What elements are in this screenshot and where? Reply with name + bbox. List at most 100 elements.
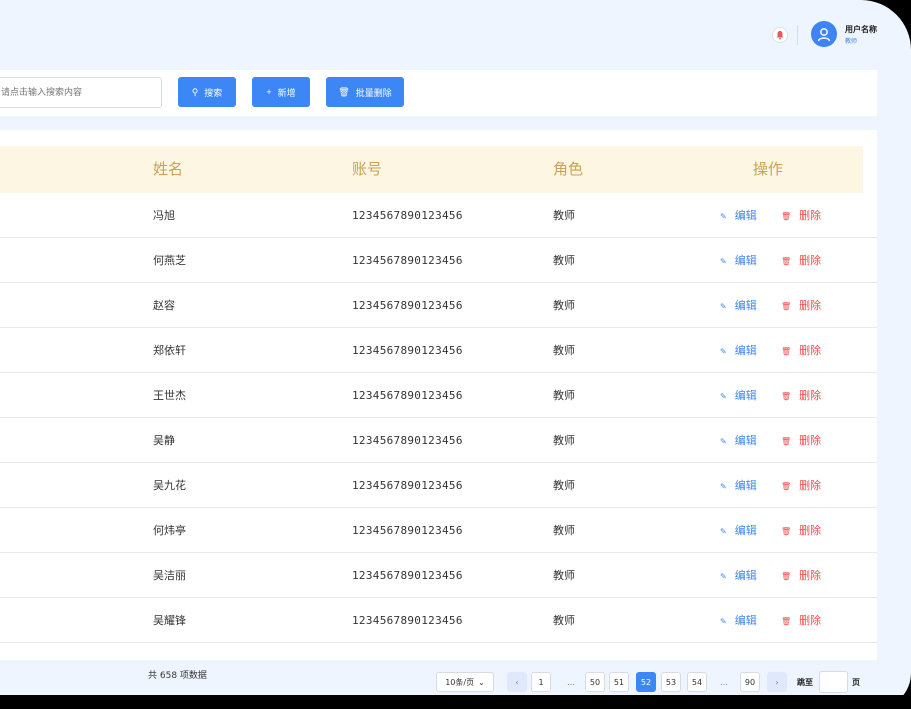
- delete-button[interactable]: 🗑 删除: [781, 283, 821, 328]
- table-row: 吴耀锋 1234567890123456 教师 ✎ 编辑 🗑 删除: [0, 598, 877, 643]
- cell-account: 1234567890123456: [352, 209, 463, 222]
- edit-icon: ✎: [720, 572, 727, 581]
- cell-name: 王世杰: [153, 389, 186, 402]
- page-button[interactable]: 52: [636, 672, 656, 692]
- trash-icon: 🗑: [781, 482, 792, 491]
- cell-role: 教师: [553, 254, 575, 267]
- delete-label: 删除: [799, 299, 822, 312]
- edit-icon: ✎: [720, 212, 727, 221]
- edit-button[interactable]: ✎ 编辑: [720, 598, 757, 643]
- cell-account: 1234567890123456: [352, 389, 463, 402]
- cell-role: 教师: [553, 479, 575, 492]
- edit-button[interactable]: ✎ 编辑: [720, 418, 757, 463]
- trash-icon: 🗑: [781, 527, 792, 536]
- cell-name: 冯旭: [153, 209, 175, 222]
- edit-label: 编辑: [734, 209, 757, 222]
- trash-icon: 🗑: [781, 617, 792, 626]
- edit-button[interactable]: ✎ 编辑: [720, 328, 757, 373]
- edit-icon: ✎: [720, 392, 727, 401]
- delete-button[interactable]: 🗑 删除: [781, 463, 821, 508]
- cell-account: 1234567890123456: [352, 434, 463, 447]
- cell-name: 郑依轩: [153, 344, 186, 357]
- header-divider: [797, 25, 798, 45]
- cell-name: 吴洁丽: [153, 569, 186, 582]
- add-button[interactable]: + 新增: [252, 77, 310, 107]
- user-name[interactable]: 用户名称: [845, 24, 877, 35]
- page-button[interactable]: 90: [740, 672, 760, 692]
- jump-label: 跳至: [797, 678, 813, 687]
- delete-button[interactable]: 🗑 删除: [781, 508, 821, 553]
- delete-button[interactable]: 🗑 删除: [781, 598, 821, 643]
- cell-account: 1234567890123456: [352, 569, 463, 582]
- column-header-actions: 操作: [753, 160, 784, 178]
- cell-role: 教师: [553, 524, 575, 537]
- page-button[interactable]: 1: [531, 672, 551, 692]
- edit-button[interactable]: ✎ 编辑: [720, 373, 757, 418]
- page-button[interactable]: 53: [661, 672, 681, 692]
- delete-button[interactable]: 🗑 删除: [781, 328, 821, 373]
- user-avatar-icon[interactable]: [811, 21, 837, 47]
- delete-button[interactable]: 🗑 删除: [781, 193, 821, 238]
- notification-bell-icon[interactable]: [772, 27, 788, 43]
- next-page-button[interactable]: ›: [767, 672, 787, 692]
- jump-unit: 页: [852, 678, 860, 687]
- trash-icon: 🗑: [781, 302, 792, 311]
- page-size-value: 10条/页: [445, 677, 475, 687]
- device-bezel: [0, 695, 911, 709]
- edit-button[interactable]: ✎ 编辑: [720, 463, 757, 508]
- page-button[interactable]: 50: [585, 672, 605, 692]
- delete-button[interactable]: 🗑 删除: [781, 373, 821, 418]
- cell-account: 1234567890123456: [352, 344, 463, 357]
- delete-button[interactable]: 🗑 删除: [781, 553, 821, 598]
- delete-label: 删除: [799, 434, 822, 447]
- cell-role: 教师: [553, 389, 575, 402]
- trash-icon: 🗑: [781, 437, 792, 446]
- edit-icon: ✎: [720, 617, 727, 626]
- edit-label: 编辑: [734, 434, 757, 447]
- prev-page-button[interactable]: ‹: [507, 672, 527, 692]
- trash-icon: 🗑: [338, 86, 350, 97]
- edit-button[interactable]: ✎ 编辑: [720, 238, 757, 283]
- cell-name: 吴九花: [153, 479, 186, 492]
- delete-label: 删除: [799, 614, 822, 627]
- jump-page-input[interactable]: [819, 671, 848, 693]
- edit-label: 编辑: [734, 524, 757, 537]
- cell-name: 赵容: [153, 299, 175, 312]
- batch-delete-button[interactable]: 🗑 批量删除: [326, 77, 404, 107]
- app-screen: 用户名称 教师 ⚲ 搜索 + 新增 🗑 批量删除 姓名 账号 角色 操作 冯旭 1…: [0, 0, 911, 709]
- page-button[interactable]: 51: [609, 672, 629, 692]
- edit-button[interactable]: ✎ 编辑: [720, 508, 757, 553]
- search-button[interactable]: ⚲ 搜索: [178, 77, 236, 107]
- delete-button[interactable]: 🗑 删除: [781, 418, 821, 463]
- delete-button[interactable]: 🗑 删除: [781, 238, 821, 283]
- delete-label: 删除: [799, 524, 822, 537]
- edit-label: 编辑: [734, 389, 757, 402]
- edit-icon: ✎: [720, 257, 727, 266]
- column-header-role: 角色: [553, 160, 584, 178]
- toolbar: ⚲ 搜索 + 新增 🗑 批量删除: [0, 70, 877, 116]
- edit-button[interactable]: ✎ 编辑: [720, 553, 757, 598]
- cell-name: 吴耀锋: [153, 614, 186, 627]
- table-row: 吴洁丽 1234567890123456 教师 ✎ 编辑 🗑 删除: [0, 553, 877, 598]
- table-row: 赵容 1234567890123456 教师 ✎ 编辑 🗑 删除: [0, 283, 877, 328]
- cell-account: 1234567890123456: [352, 524, 463, 537]
- edit-button[interactable]: ✎ 编辑: [720, 193, 757, 238]
- edit-label: 编辑: [734, 254, 757, 267]
- table-header: 姓名 账号 角色 操作: [0, 146, 863, 193]
- search-input[interactable]: [0, 77, 162, 108]
- cell-role: 教师: [553, 209, 575, 222]
- trash-icon: 🗑: [781, 572, 792, 581]
- edit-label: 编辑: [734, 479, 757, 492]
- edit-label: 编辑: [734, 344, 757, 357]
- page-size-select[interactable]: 10条/页 ⌄: [436, 672, 494, 692]
- cell-role: 教师: [553, 434, 575, 447]
- delete-label: 删除: [799, 254, 822, 267]
- edit-button[interactable]: ✎ 编辑: [720, 283, 757, 328]
- cell-name: 何炜亭: [153, 524, 186, 537]
- edit-icon: ✎: [720, 482, 727, 491]
- delete-label: 删除: [799, 209, 822, 222]
- user-role: 教师: [845, 38, 858, 45]
- table-row: 冯旭 1234567890123456 教师 ✎ 编辑 🗑 删除: [0, 193, 877, 238]
- edit-icon: ✎: [720, 347, 727, 356]
- page-button[interactable]: 54: [687, 672, 707, 692]
